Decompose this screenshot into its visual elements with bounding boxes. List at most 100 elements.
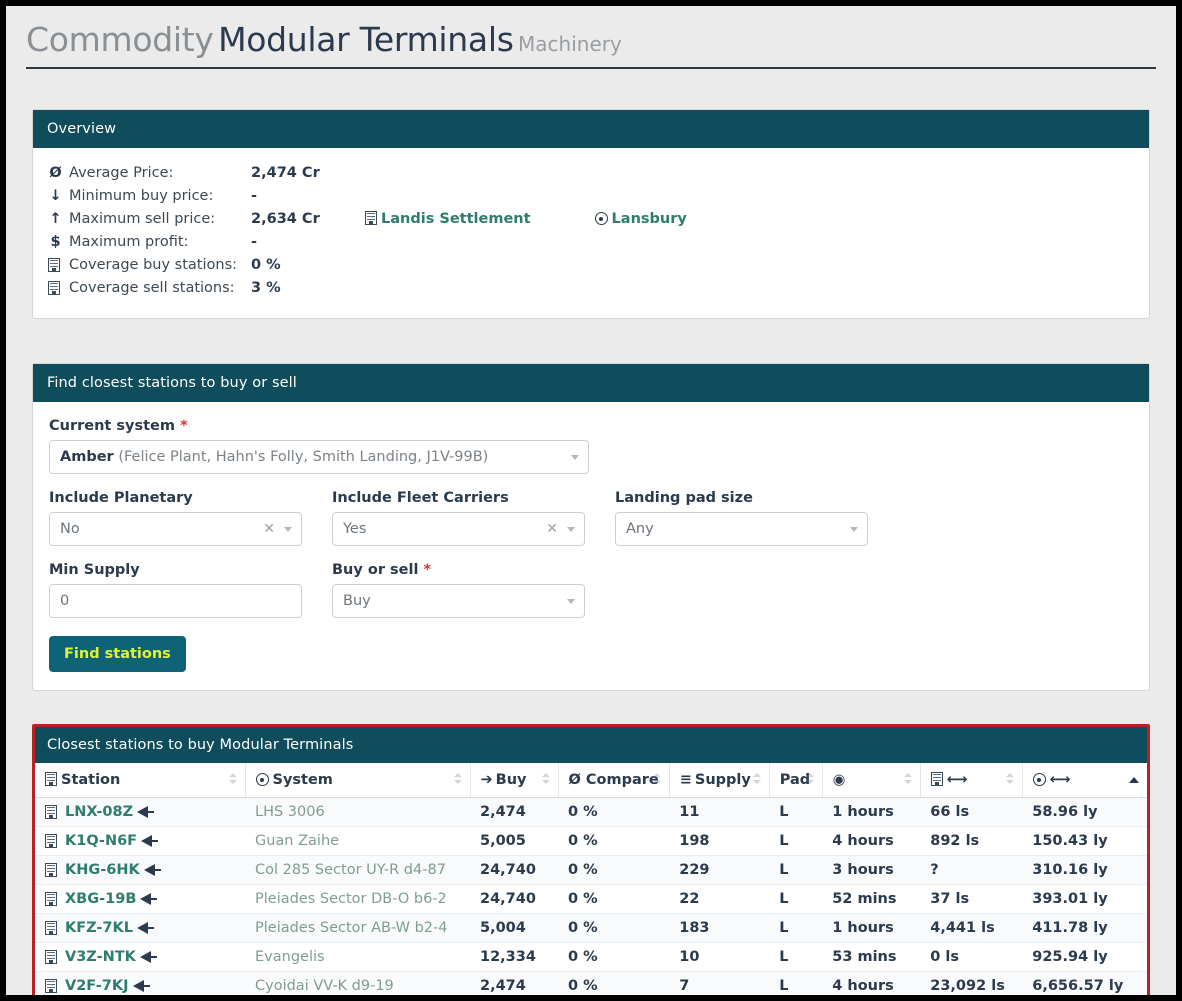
find-stations-button[interactable]: Find stations <box>49 636 186 672</box>
column-header-station-distance[interactable]: ⟷ <box>920 763 1023 798</box>
include-planetary-select[interactable]: No ✕ <box>49 512 302 546</box>
station-icon <box>45 921 57 935</box>
system-link[interactable]: Col 285 Sector UY-R d4-87 <box>255 862 446 878</box>
sort-indicator-active[interactable] <box>1129 777 1139 783</box>
results-table: Station System ➔ Buy Ø Compare ≡ Supply … <box>35 763 1147 995</box>
system-link[interactable]: Pleiades Sector DB-O b6-2 <box>255 891 447 907</box>
cell-updated: 4 hours <box>822 826 921 856</box>
results-panel-header: Closest stations to buy Modular Terminal… <box>35 727 1147 763</box>
column-header-system-distance[interactable]: ⟷ <box>1022 763 1147 798</box>
cell-station-distance: 0 ls <box>920 942 1023 972</box>
cell-system: Evangelis <box>245 942 470 972</box>
system-link[interactable]: LHS 3006 <box>255 804 325 820</box>
cell-pad: L <box>769 942 823 972</box>
sort-indicator[interactable] <box>652 773 661 787</box>
system-link[interactable]: Pleiades Sector AB-W b2-4 <box>255 920 447 936</box>
results-table-body: LNX-08Z LHS 3006 2,474 0 % 11 L 1 hours 66 ls 58… <box>35 797 1147 995</box>
station-link[interactable]: KFZ-7KL <box>65 920 133 936</box>
page-root: Commodity Modular Terminals Machinery Ov… <box>6 6 1176 995</box>
column-header-pad[interactable]: Pad <box>769 763 823 798</box>
overview-value-max-sell-price: 2,634 Cr <box>251 211 320 227</box>
current-system-select[interactable]: Amber (Felice Plant, Hahn's Folly, Smith… <box>49 440 589 474</box>
include-fleet-carriers-field: Include Fleet Carriers Yes ✕ <box>332 490 585 546</box>
column-header-compare[interactable]: Ø Compare <box>558 763 670 798</box>
overview-body: Ø Average Price: 2,474 Cr ↓ Minimum buy pr… <box>33 148 1149 318</box>
cell-pad: L <box>769 971 823 995</box>
max-sell-system-link[interactable]: Lansbury <box>594 211 687 227</box>
cell-system: Cyoidai VV-K d9-19 <box>245 971 470 995</box>
sort-indicator[interactable] <box>541 773 550 787</box>
overview-row-min-buy-price: ↓ Minimum buy price: - <box>47 185 687 208</box>
station-icon <box>45 834 57 848</box>
column-header-station[interactable]: Station <box>35 763 246 798</box>
overview-label-max-sell-price: Maximum sell price: <box>69 211 216 227</box>
station-link[interactable]: V3Z-NTK <box>65 949 136 965</box>
sort-indicator[interactable] <box>1005 773 1014 787</box>
min-supply-label: Min Supply <box>49 562 140 578</box>
column-header-updated[interactable]: ◉ <box>822 763 921 798</box>
buy-or-sell-field: Buy or sell * Buy <box>332 562 585 618</box>
cell-system: Pleiades Sector AB-W b2-4 <box>245 913 470 943</box>
supply-icon: ≡ <box>679 772 692 788</box>
cell-buy: 5,005 <box>470 826 558 856</box>
sort-indicator[interactable] <box>805 773 814 787</box>
cell-updated: 1 hours <box>822 797 921 827</box>
max-sell-system-label: Lansbury <box>611 211 687 227</box>
landing-pad-size-select[interactable]: Any <box>615 512 868 546</box>
min-supply-input[interactable]: 0 <box>49 584 302 618</box>
cell-pad: L <box>769 797 823 827</box>
station-icon <box>45 979 57 993</box>
column-header-system[interactable]: System <box>245 763 471 798</box>
close-icon[interactable]: ✕ <box>546 521 558 537</box>
table-row: KHG-6HK Col 285 Sector UY-R d4-87 24,740 0 … <box>35 855 1147 885</box>
station-icon <box>45 863 57 877</box>
system-link[interactable]: Guan Zaihe <box>255 833 339 849</box>
column-header-supply[interactable]: ≡ Supply <box>669 763 770 798</box>
chevron-down-icon <box>850 527 858 532</box>
overview-value-average-price: 2,474 Cr <box>251 165 320 181</box>
cell-updated: 53 mins <box>822 942 921 972</box>
overview-panel: Overview Ø Average Price: 2,474 Cr ↓ Minim… <box>32 109 1150 319</box>
station-link[interactable]: XBG-19B <box>65 891 136 907</box>
cell-supply: 11 <box>669 797 770 827</box>
column-header-buy[interactable]: ➔ Buy <box>470 763 559 798</box>
close-icon[interactable]: ✕ <box>263 521 275 537</box>
cell-compare: 0 % <box>558 797 670 827</box>
cell-station-distance: 66 ls <box>920 797 1023 827</box>
fleet-carrier-icon <box>132 980 150 992</box>
station-link[interactable]: KHG-6HK <box>65 862 140 878</box>
page-title-prefix: Commodity <box>26 20 214 59</box>
max-sell-station-link[interactable]: Landis Settlement <box>365 211 531 227</box>
table-row: KFZ-7KL Pleiades Sector AB-W b2-4 5,004 0 %… <box>35 913 1147 943</box>
cell-pad: L <box>769 884 823 914</box>
finder-row-filters: Include Planetary No ✕ Include Fleet Car… <box>49 490 1133 546</box>
cell-supply: 7 <box>669 971 770 995</box>
cell-system-distance: 411.78 ly <box>1022 913 1147 943</box>
cell-buy: 5,004 <box>470 913 558 943</box>
cell-updated: 4 hours <box>822 971 921 995</box>
column-label-station: Station <box>61 772 121 788</box>
overview-value-coverage-buy: 0 % <box>251 257 281 273</box>
overview-table: Ø Average Price: 2,474 Cr ↓ Minimum buy pr… <box>47 162 687 300</box>
sort-indicator[interactable] <box>228 773 237 787</box>
overview-row-average-price: Ø Average Price: 2,474 Cr <box>47 162 687 185</box>
buy-or-sell-select[interactable]: Buy <box>332 584 585 618</box>
system-link[interactable]: Evangelis <box>255 949 325 965</box>
station-link[interactable]: LNX-08Z <box>65 804 133 820</box>
station-icon <box>45 892 57 906</box>
sort-indicator[interactable] <box>453 773 462 787</box>
cell-station-distance: 892 ls <box>920 826 1023 856</box>
system-link[interactable]: Cyoidai VV-K d9-19 <box>255 978 394 994</box>
chevron-down-icon <box>567 527 575 532</box>
sort-indicator[interactable] <box>752 773 761 787</box>
cell-compare: 0 % <box>558 913 670 943</box>
cell-system-distance: 58.96 ly <box>1022 797 1147 827</box>
cell-buy: 24,740 <box>470 884 558 914</box>
include-fleet-carriers-select[interactable]: Yes ✕ <box>332 512 585 546</box>
station-link[interactable]: K1Q-N6F <box>65 833 137 849</box>
required-marker: * <box>423 562 432 578</box>
station-link[interactable]: V2F-7KJ <box>65 978 129 994</box>
cell-pad: L <box>769 913 823 943</box>
fleet-carrier-icon <box>136 922 154 934</box>
sort-indicator[interactable] <box>903 773 912 787</box>
